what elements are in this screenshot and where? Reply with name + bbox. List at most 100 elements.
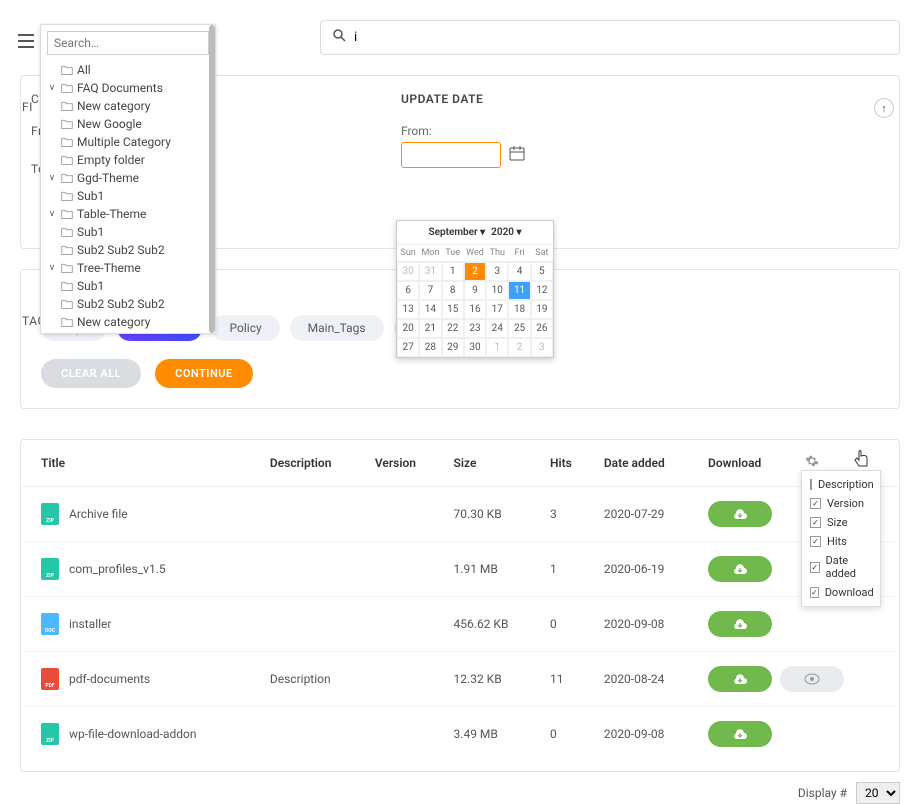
tree-node[interactable]: Sub2 Sub2 Sub2 — [47, 241, 209, 259]
download-button[interactable] — [708, 721, 772, 747]
calendar-day[interactable]: 15 — [442, 300, 464, 319]
tree-label: New category — [77, 315, 150, 329]
calendar-day[interactable]: 22 — [442, 319, 464, 338]
scrollbar[interactable] — [209, 25, 215, 333]
main-search-input[interactable] — [354, 30, 887, 45]
tree-node[interactable]: ∨Tree-Theme — [47, 259, 209, 277]
date-from-input[interactable] — [401, 142, 501, 168]
download-button[interactable] — [708, 611, 772, 637]
col-header[interactable]: Title — [21, 440, 260, 487]
tree-node[interactable]: Document — [47, 331, 209, 334]
display-select[interactable]: 20 — [856, 782, 900, 804]
tree-search-input[interactable] — [47, 31, 209, 55]
tree-label: FAQ Documents — [77, 81, 163, 95]
calendar-day[interactable]: 11 — [508, 281, 530, 300]
column-toggle[interactable]: ✓Version — [802, 494, 880, 513]
calendar-day[interactable]: 16 — [464, 300, 486, 319]
calendar-day[interactable]: 29 — [442, 338, 464, 357]
calendar-day[interactable]: 28 — [419, 338, 441, 357]
calendar-day[interactable]: 20 — [397, 319, 419, 338]
tree-node[interactable]: Multiple Category — [47, 133, 209, 151]
calendar-day[interactable]: 3 — [486, 262, 508, 281]
tree-node[interactable]: Empty folder — [47, 151, 209, 169]
update-date-title: UPDATE DATE — [401, 92, 879, 106]
column-toggle[interactable]: Description — [802, 475, 880, 494]
calendar-day[interactable]: 18 — [508, 300, 530, 319]
calendar-day[interactable]: 14 — [419, 300, 441, 319]
continue-button[interactable]: CONTINUE — [155, 359, 253, 388]
tree-node[interactable]: ∨FAQ Documents — [47, 79, 209, 97]
calendar-day[interactable]: 27 — [397, 338, 419, 357]
calendar-day[interactable]: 26 — [531, 319, 553, 338]
date-picker[interactable]: September ▾ 2020 ▾ SunMonTueWedThuFriSat… — [396, 220, 554, 358]
tree-node[interactable]: ∨Table-Theme — [47, 205, 209, 223]
calendar-day[interactable]: 1 — [486, 338, 508, 357]
calendar-day[interactable]: 24 — [486, 319, 508, 338]
calendar-day[interactable]: 13 — [397, 300, 419, 319]
calendar-day[interactable]: 3 — [531, 338, 553, 357]
col-header[interactable]: Hits — [540, 440, 594, 487]
calendar-day[interactable]: 10 — [486, 281, 508, 300]
tree-node[interactable]: New Google — [47, 115, 209, 133]
column-toggle[interactable]: ✓Download — [802, 583, 880, 602]
calendar-day[interactable]: 7 — [419, 281, 441, 300]
download-button[interactable] — [708, 501, 772, 527]
file-title[interactable]: installer — [69, 617, 111, 631]
calendar-day[interactable]: 31 — [419, 262, 441, 281]
calendar-day[interactable]: 30 — [397, 262, 419, 281]
file-title[interactable]: Archive file — [69, 507, 128, 521]
file-title[interactable]: com_profiles_v1.5 — [69, 562, 166, 576]
calendar-day[interactable]: 1 — [442, 262, 464, 281]
tree-node[interactable]: Sub2 Sub2 Sub2 — [47, 295, 209, 313]
tree-node[interactable]: ∨Ggd-Theme — [47, 169, 209, 187]
calendar-day[interactable]: 4 — [508, 262, 530, 281]
menu-icon[interactable] — [18, 34, 34, 52]
calendar-day[interactable]: 30 — [464, 338, 486, 357]
col-header[interactable]: Date added — [594, 440, 698, 487]
calendar-day[interactable]: 8 — [442, 281, 464, 300]
calendar-day[interactable]: 9 — [464, 281, 486, 300]
col-header[interactable]: Description — [260, 440, 365, 487]
download-button[interactable] — [708, 556, 772, 582]
year-select[interactable]: 2020 ▾ — [491, 227, 521, 238]
main-search[interactable] — [320, 20, 900, 55]
columns-menu[interactable]: Description✓Version✓Size✓Hits✓Date added… — [801, 470, 881, 607]
month-select[interactable]: September ▾ — [428, 227, 485, 238]
tree-node[interactable]: New category — [47, 313, 209, 331]
table-row: installer 456.62 KB 0 2020-09-08 — [21, 597, 899, 652]
col-header[interactable]: Size — [444, 440, 540, 487]
tree-node[interactable]: New category — [47, 97, 209, 115]
tree-node[interactable]: All — [47, 61, 209, 79]
column-toggle[interactable]: ✓Date added — [802, 551, 880, 583]
column-toggle[interactable]: ✓Hits — [802, 532, 880, 551]
file-title[interactable]: pdf-documents — [69, 672, 150, 686]
table-row: com_profiles_v1.5 1.91 MB 1 2020-06-19 — [21, 542, 899, 597]
tree-node[interactable]: Sub1 — [47, 187, 209, 205]
col-header[interactable]: Version — [365, 440, 444, 487]
hand-cursor-icon — [853, 450, 869, 472]
calendar-day[interactable]: 12 — [531, 281, 553, 300]
calendar-day[interactable]: 6 — [397, 281, 419, 300]
calendar-icon[interactable] — [509, 145, 529, 165]
preview-button[interactable] — [780, 666, 844, 692]
tag-policy[interactable]: Policy — [212, 315, 280, 341]
download-button[interactable] — [708, 666, 772, 692]
file-title[interactable]: wp-file-download-addon — [69, 727, 196, 741]
calendar-day[interactable]: 5 — [531, 262, 553, 281]
calendar-day[interactable]: 2 — [464, 262, 486, 281]
calendar-day[interactable]: 21 — [419, 319, 441, 338]
calendar-day[interactable]: 17 — [486, 300, 508, 319]
calendar-day[interactable]: 25 — [508, 319, 530, 338]
tree-node[interactable]: Sub1 — [47, 277, 209, 295]
file-icon — [41, 668, 59, 690]
category-tree-popup[interactable]: All∨FAQ DocumentsNew categoryNew GoogleM… — [40, 24, 216, 334]
tree-label: Document — [77, 333, 132, 334]
tag-main_tags[interactable]: Main_Tags — [290, 315, 384, 341]
clear-all-button[interactable]: CLEAR ALL — [41, 359, 141, 388]
calendar-day[interactable]: 2 — [508, 338, 530, 357]
calendar-day[interactable]: 19 — [531, 300, 553, 319]
tree-node[interactable]: Sub1 — [47, 223, 209, 241]
column-toggle[interactable]: ✓Size — [802, 513, 880, 532]
tree-label: Sub1 — [77, 225, 104, 239]
calendar-day[interactable]: 23 — [464, 319, 486, 338]
